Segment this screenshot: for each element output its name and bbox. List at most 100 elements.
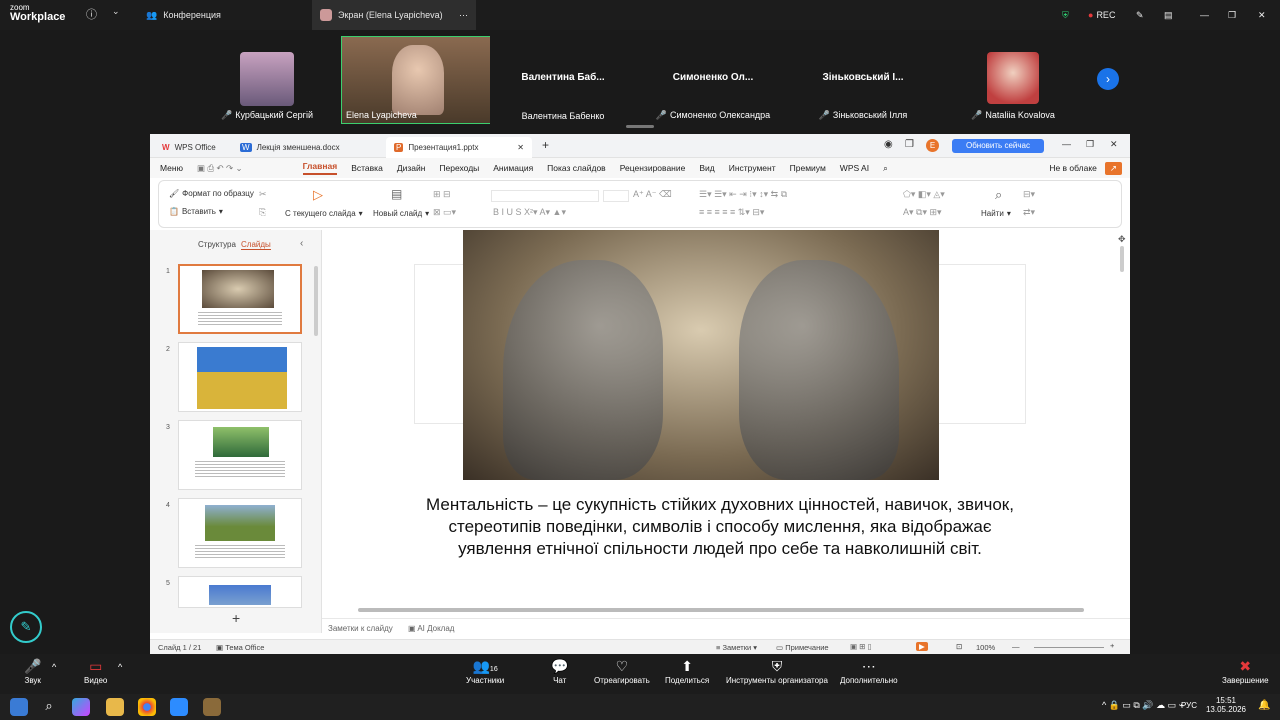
slide-thumbnail[interactable] [178, 264, 302, 334]
menu-tools[interactable]: Инструмент [729, 163, 776, 173]
window-icon[interactable]: ❐ [905, 139, 914, 150]
format-painter-button[interactable]: 🖌 Формат по образцу [169, 189, 254, 198]
select-icon[interactable]: ⊟▾ [1023, 189, 1035, 200]
slide-thumbnail[interactable] [178, 498, 302, 568]
chrome-icon[interactable] [138, 698, 156, 716]
participant-tile[interactable]: Симоненко Ол... 🎤 Симоненко Олександра [640, 36, 786, 124]
view-mode-icons[interactable]: ▣ ⊞ ▯ [850, 642, 872, 651]
theme-status[interactable]: ▣ Тема Office [216, 643, 264, 652]
update-button[interactable]: Обновить сейчас [952, 139, 1044, 153]
chevron-down-icon[interactable]: ⌄ [112, 6, 120, 17]
notes-toggle[interactable]: ≡ Заметки ▾ [716, 643, 757, 652]
clock[interactable]: 15:51 13.05.2026 [1204, 696, 1248, 714]
menu-button[interactable]: Меню [160, 163, 183, 173]
rec-indicator[interactable]: ● REC [1088, 0, 1115, 30]
close-tab-icon[interactable]: ✕ [517, 143, 524, 152]
align-icons[interactable]: ≡ ≡ ≡ ≡ ≡ ⇅▾ ⊟▾ [699, 207, 764, 218]
search-icon[interactable]: ⌕ [883, 163, 888, 174]
from-current-button[interactable]: С текущего слайда ▾ [285, 209, 363, 218]
participant-tile[interactable]: Валентина Баб... Валентина Бабенко [490, 36, 636, 124]
menu-review[interactable]: Рецензирование [620, 163, 686, 173]
tab-structure[interactable]: Структура [198, 240, 236, 249]
share-icon[interactable]: ↗ [1104, 161, 1122, 175]
scissors-icon[interactable]: ✂ [259, 189, 267, 200]
slide-thumbnail[interactable] [178, 342, 302, 412]
minimize-icon[interactable]: — [1062, 139, 1071, 149]
video-button[interactable]: ▭ Видео [84, 658, 107, 685]
collapse-icon[interactable]: ‹ [300, 238, 303, 249]
tray-icons[interactable]: ^ 🔒 ▭ ⧉ 🔊 ☁ ▭ ⌁ [1102, 700, 1184, 711]
horizontal-scrollbar[interactable] [358, 608, 1084, 612]
section-icons[interactable]: ⊠ ▭▾ [433, 207, 456, 218]
audio-button[interactable]: 🎤 Звук [24, 658, 41, 685]
participant-tile[interactable]: 🎤 Курбацький Сергій [194, 36, 340, 124]
find-button[interactable]: Найти ▾ [981, 209, 1011, 218]
host-tools-button[interactable]: ⛨ Инструменты организатора [726, 658, 828, 685]
pen-icon[interactable]: ✎ [1136, 0, 1144, 30]
close-icon[interactable]: ✕ [1110, 139, 1118, 150]
share-button[interactable]: ⬆ Поделиться [665, 658, 709, 685]
participants-button[interactable]: 👥16 Участники [466, 658, 504, 685]
new-slide-icon[interactable]: ▤ [391, 187, 402, 201]
vertical-scrollbar[interactable] [1120, 246, 1124, 272]
zoom-slider[interactable] [1034, 647, 1104, 648]
slide-thumbnail[interactable] [178, 576, 302, 608]
ai-report-button[interactable]: ▣ AI Доклад [408, 624, 454, 633]
tab-conference[interactable]: 👥 Конференция [138, 0, 229, 30]
copy-icon[interactable]: ⎘ [259, 207, 266, 218]
tab-slides[interactable]: Слайды [241, 240, 271, 250]
close-icon[interactable]: ✕ [1258, 0, 1266, 30]
resize-handle[interactable] [626, 125, 654, 128]
slide-image[interactable] [463, 230, 939, 480]
shape-icons[interactable]: ⬠▾ ◧▾ ◬▾ [903, 189, 945, 200]
cloud-status[interactable]: Не в облаке [1049, 163, 1097, 173]
arrange-icons[interactable]: A▾ ⧉▾ ⊞▾ [903, 207, 942, 218]
zoom-level[interactable]: 100% [976, 643, 995, 652]
text-style-icons[interactable]: B I U S X²▾ A▾ ▲▾ [493, 207, 566, 218]
menu-wps-ai[interactable]: WPS AI [840, 163, 869, 173]
zoom-app-icon[interactable] [170, 698, 188, 716]
tab-screen[interactable]: Экран (Elena Lyapicheva) ⋯ [312, 0, 476, 30]
font-family-select[interactable] [491, 190, 599, 202]
menu-slideshow[interactable]: Показ слайдов [547, 163, 606, 173]
end-button[interactable]: ✖ Завершение [1222, 658, 1269, 685]
font-size-icons[interactable]: A⁺ A⁻ ⌫ [633, 189, 672, 200]
chevron-up-icon[interactable]: ^ [52, 662, 56, 672]
info-icon[interactable]: ⓘ [86, 6, 97, 22]
tab-docx[interactable]: W Лекція зменшена.docx [232, 137, 348, 158]
react-button[interactable]: ♡ Отреагировать [594, 658, 650, 685]
file-explorer-icon[interactable] [106, 698, 124, 716]
fit-icon[interactable]: ⊡ [956, 642, 962, 651]
more-button[interactable]: ⋯ Дополнительно [840, 658, 898, 685]
notification-icon[interactable]: 🔔 [1258, 700, 1270, 711]
new-slide-button[interactable]: Новый слайд ▾ [373, 209, 429, 218]
search-icon[interactable]: ⌕ [40, 698, 58, 716]
menu-transitions[interactable]: Переходы [439, 163, 479, 173]
slide-body-text[interactable]: Ментальність – це сукупність стійких дух… [420, 494, 1020, 560]
windows-start-icon[interactable] [10, 698, 28, 716]
tab-wps-office[interactable]: W WPS Office [154, 137, 224, 158]
list-icons[interactable]: ☰▾ ☰▾ ⇤ ⇥ ⁝▾ ↕▾ ⇆ ⧉ [699, 189, 787, 200]
search-icon[interactable]: ⌕ [995, 187, 1002, 203]
menu-design[interactable]: Дизайн [397, 163, 426, 173]
app-icon[interactable] [203, 698, 221, 716]
layout-icons[interactable]: ⊞ ⊟ [433, 189, 451, 200]
participant-tile-active[interactable]: Elena Lyapicheva [341, 36, 491, 124]
menu-animation[interactable]: Анимация [493, 163, 533, 173]
next-page-icon[interactable]: › [1097, 68, 1119, 90]
zoom-out-icon[interactable]: — [1012, 642, 1020, 651]
chevron-up-icon[interactable]: ^ [118, 662, 122, 672]
ai-icon[interactable]: ◉ [884, 139, 893, 150]
minimize-icon[interactable]: — [1200, 0, 1209, 30]
play-icon[interactable]: ▷ [313, 187, 323, 203]
menu-home[interactable]: Главная [302, 161, 338, 175]
avatar[interactable]: E [926, 139, 939, 152]
notes-placeholder[interactable]: Заметки к слайду [328, 624, 393, 633]
zoom-in-icon[interactable]: + [1110, 641, 1114, 650]
annotate-pen-icon[interactable]: ✎ [10, 611, 42, 643]
move-icon[interactable]: ✥ [1118, 234, 1126, 245]
panel-scrollbar[interactable] [314, 266, 318, 336]
font-size-select[interactable] [603, 190, 629, 202]
copilot-icon[interactable] [72, 698, 90, 716]
participant-tile[interactable]: Зіньковський І... 🎤 Зіньковський Ілля [790, 36, 936, 124]
